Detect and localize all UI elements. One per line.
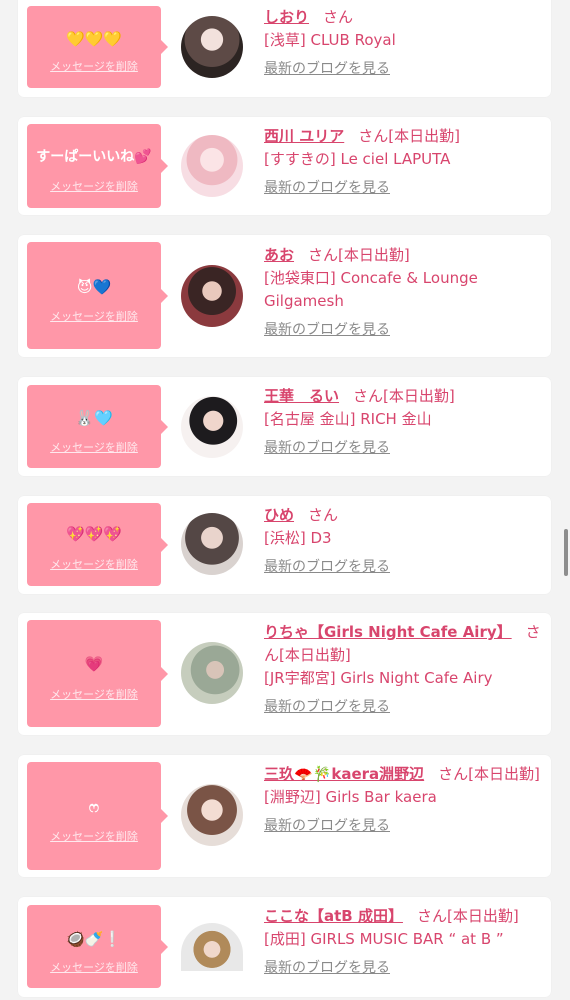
latest-blog-link[interactable]: 最新のブログを見る	[264, 698, 390, 716]
cast-name-link[interactable]: 三玖🪭🎋kaera淵野辺	[264, 765, 424, 783]
delete-message-link[interactable]: メッセージを削除	[27, 830, 161, 844]
message-text: 🐰🩵	[75, 409, 113, 427]
latest-blog-link[interactable]: 最新のブログを見る	[264, 817, 390, 835]
latest-blog-link[interactable]: 最新のブログを見る	[264, 60, 390, 78]
avatar[interactable]	[181, 16, 243, 78]
list-item: ෆ メッセージを削除 三玖🪭🎋kaera淵野辺 さん[本日出勤] [淵野辺] Gi…	[18, 755, 551, 877]
message-bubble: 💗 メッセージを削除	[27, 620, 168, 727]
message-text: すーぱーいいね💕	[36, 149, 152, 165]
item-info: りちゃ【Girls Night Cafe Airy】 さん[本日出勤] [JR宇都…	[264, 621, 543, 716]
message-text: ෆ	[88, 798, 100, 816]
avatar[interactable]	[181, 135, 243, 197]
message-bubble: 🥥🍼❕ メッセージを削除	[27, 905, 168, 988]
honorific: さん	[416, 907, 447, 925]
shop-name: [浅草] CLUB Royal	[264, 31, 396, 49]
attendance-badge: [本日出勤]	[338, 246, 410, 264]
favorites-list: 💛💛💛 メッセージを削除 しおり さん [浅草] CLUB Royal 最新のブロ…	[0, 0, 570, 1000]
attendance-badge: [本日出勤]	[446, 907, 519, 925]
cast-name-link[interactable]: ひめ	[264, 506, 294, 524]
latest-blog-link[interactable]: 最新のブログを見る	[264, 439, 390, 457]
message-text: 💗	[84, 655, 104, 673]
message-text: 🥥🍼❕	[65, 930, 123, 948]
shop-name: [池袋東口] Concafe & Lounge Gilgamesh	[264, 269, 478, 310]
latest-blog-link[interactable]: 最新のブログを見る	[264, 558, 390, 576]
avatar[interactable]	[181, 396, 243, 458]
item-info: ひめ さん [浜松] D3 最新のブログを見る	[264, 504, 543, 576]
latest-blog-link[interactable]: 最新のブログを見る	[264, 959, 390, 977]
delete-message-link[interactable]: メッセージを削除	[27, 441, 161, 455]
avatar[interactable]	[181, 784, 243, 846]
delete-message-link[interactable]: メッセージを削除	[27, 688, 161, 702]
list-item: 😈💙 メッセージを削除 あお さん[本日出勤] [池袋東口] Concafe & …	[18, 235, 551, 357]
cast-name-link[interactable]: しおり	[264, 8, 309, 26]
avatar[interactable]	[181, 923, 243, 971]
list-item: 🥥🍼❕ メッセージを削除 ここな【atB 成田】 さん[本日出勤] [成田] GI…	[18, 897, 551, 997]
cast-name-link[interactable]: ここな【atB 成田】	[264, 907, 403, 925]
list-item: 💖💖💖 メッセージを削除 ひめ さん [浜松] D3 最新のブログを見る	[18, 496, 551, 594]
latest-blog-link[interactable]: 最新のブログを見る	[264, 179, 390, 197]
shop-name: [JR宇都宮] Girls Night Cafe Airy	[264, 669, 493, 687]
avatar[interactable]	[181, 265, 243, 327]
honorific: さん	[438, 765, 469, 783]
message-text: 💛💛💛	[65, 30, 123, 48]
list-item: 💗 メッセージを削除 りちゃ【Girls Night Cafe Airy】 さん[…	[18, 613, 551, 735]
list-item: 💛💛💛 メッセージを削除 しおり さん [浅草] CLUB Royal 最新のブロ…	[18, 0, 551, 97]
scrollbar[interactable]	[564, 529, 568, 576]
shop-name: [成田] GIRLS MUSIC BAR “ at B ”	[264, 930, 504, 948]
message-bubble: すーぱーいいね💕 メッセージを削除	[27, 124, 168, 208]
avatar[interactable]	[181, 642, 243, 704]
delete-message-link[interactable]: メッセージを削除	[27, 180, 161, 194]
message-bubble: 💛💛💛 メッセージを削除	[27, 6, 168, 88]
attendance-badge: [本日出勤]	[383, 387, 455, 405]
item-info: しおり さん [浅草] CLUB Royal 最新のブログを見る	[264, 6, 543, 78]
item-info: 王華 るい さん[本日出勤] [名古屋 金山] RICH 金山 最新のブログを見る	[264, 385, 543, 457]
honorific: さん	[308, 506, 339, 524]
message-bubble: 🐰🩵 メッセージを削除	[27, 385, 168, 468]
message-text: 💖💖💖	[65, 525, 123, 543]
list-item: 🐰🩵 メッセージを削除 王華 るい さん[本日出勤] [名古屋 金山] RICH …	[18, 377, 551, 476]
delete-message-link[interactable]: メッセージを削除	[27, 558, 161, 572]
cast-name-link[interactable]: 西川 ユリア	[264, 127, 344, 145]
shop-name: [名古屋 金山] RICH 金山	[264, 410, 432, 428]
cast-name-link[interactable]: りちゃ【Girls Night Cafe Airy】	[264, 623, 512, 641]
honorific: さん	[358, 127, 389, 145]
message-text: 😈💙	[76, 278, 112, 296]
delete-message-link[interactable]: メッセージを削除	[27, 961, 161, 975]
item-info: 西川 ユリア さん[本日出勤] [すすきの] Le ciel LAPUTA 最新の…	[264, 125, 543, 197]
attendance-badge: [本日出勤]	[468, 765, 540, 783]
list-item: すーぱーいいね💕 メッセージを削除 西川 ユリア さん[本日出勤] [すすきの] …	[18, 117, 551, 215]
cast-name-link[interactable]: 王華 るい	[264, 387, 339, 405]
avatar[interactable]	[181, 513, 243, 575]
item-info: ここな【atB 成田】 さん[本日出勤] [成田] GIRLS MUSIC BAR…	[264, 905, 543, 977]
delete-message-link[interactable]: メッセージを削除	[27, 310, 161, 324]
message-bubble: ෆ メッセージを削除	[27, 762, 168, 870]
attendance-badge: [本日出勤]	[279, 646, 351, 664]
shop-name: [すすきの] Le ciel LAPUTA	[264, 150, 451, 168]
attendance-badge: [本日出勤]	[388, 127, 460, 145]
shop-name: [淵野辺] Girls Bar kaera	[264, 788, 437, 806]
cast-name-link[interactable]: あお	[264, 246, 294, 264]
item-info: あお さん[本日出勤] [池袋東口] Concafe & Lounge Gilga…	[264, 244, 543, 339]
message-bubble: 😈💙 メッセージを削除	[27, 242, 168, 349]
honorific: さん	[308, 246, 339, 264]
latest-blog-link[interactable]: 最新のブログを見る	[264, 321, 390, 339]
shop-name: [浜松] D3	[264, 529, 332, 547]
honorific: さん	[353, 387, 384, 405]
honorific: さん	[323, 8, 354, 26]
message-bubble: 💖💖💖 メッセージを削除	[27, 503, 168, 586]
delete-message-link[interactable]: メッセージを削除	[27, 60, 161, 74]
item-info: 三玖🪭🎋kaera淵野辺 さん[本日出勤] [淵野辺] Girls Bar kae…	[264, 763, 543, 835]
